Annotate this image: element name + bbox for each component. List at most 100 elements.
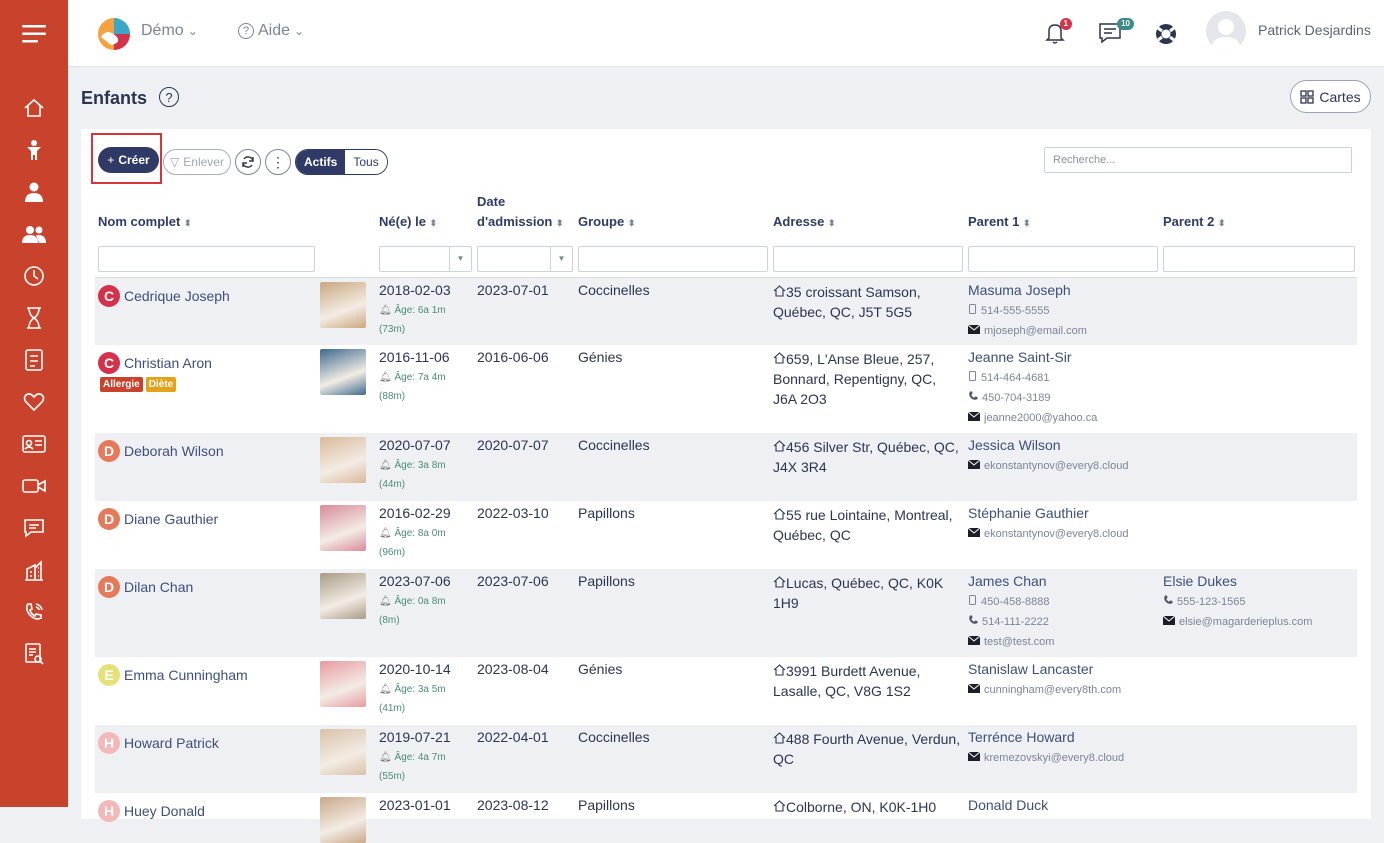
parent2-email[interactable]: elsie@magarderieplus.com <box>1162 615 1355 629</box>
parent1-email[interactable]: mjoseph@email.com <box>967 324 1158 338</box>
message-icon[interactable] <box>21 515 47 541</box>
child-name-label[interactable]: Cedrique Joseph <box>124 288 230 304</box>
hamburger-menu-icon[interactable] <box>21 21 47 47</box>
age-label: Âge: 3a 8m <box>394 460 446 471</box>
address-filter-input[interactable] <box>773 245 963 272</box>
messages-button[interactable]: 10 <box>1098 18 1134 44</box>
parent1-phone[interactable]: 514-464-4681 <box>968 371 1158 385</box>
dropdown-arrow-icon[interactable]: ▼ <box>449 246 471 271</box>
age-label: Âge: 7a 4m <box>394 372 446 383</box>
video-icon[interactable] <box>21 473 47 499</box>
search-input[interactable]: Recherche... <box>1044 147 1352 173</box>
dropdown-arrow-icon[interactable]: ▼ <box>550 246 572 271</box>
parent2-phone[interactable]: 555-123-1565 <box>1163 595 1355 609</box>
parent1-name[interactable]: Jeanne Saint-Sir <box>968 349 1158 365</box>
parent1-email[interactable]: ekonstantynov@every8.cloud <box>967 527 1158 541</box>
parent1-email[interactable]: jeanne2000@yahoo.ca <box>967 411 1158 425</box>
notifications-button[interactable]: 1 <box>1044 18 1072 44</box>
school-selector[interactable]: Démo ⌄ <box>141 22 198 40</box>
child-name-label[interactable]: Deborah Wilson <box>124 443 224 459</box>
child-name[interactable]: E Emma Cunningham <box>98 664 315 686</box>
table-row[interactable]: E Emma Cunningham 2020-10-14 🔔︎ Âge: 3a 5m (… <box>95 657 1357 725</box>
group-filter-input[interactable] <box>578 245 768 272</box>
avatar[interactable] <box>1206 11 1246 51</box>
parent1-phone[interactable]: 450-458-8888 <box>968 595 1158 609</box>
user-name[interactable]: Patrick Desjardins <box>1258 22 1371 38</box>
parent1-email[interactable]: kremezovskyi@every8.cloud <box>967 751 1158 765</box>
child-name[interactable]: C Cedrique Joseph <box>98 284 315 307</box>
parent1-name[interactable]: Masuma Joseph <box>968 282 1158 298</box>
help-menu[interactable]: ? Aide ⌄ <box>238 22 304 40</box>
child-name-label[interactable]: Huey Donald <box>124 803 205 819</box>
create-button[interactable]: + Créer <box>98 147 159 173</box>
child-name-label[interactable]: Emma Cunningham <box>124 667 248 683</box>
parent1-email[interactable]: ekonstantynov@every8.cloud <box>967 459 1158 473</box>
child-name-label[interactable]: Dilan Chan <box>124 579 193 595</box>
parent1-phone[interactable]: 514-555-5555 <box>968 303 1158 318</box>
child-name-label[interactable]: Diane Gauthier <box>124 511 218 527</box>
parent1-phone[interactable]: 514-111-2222 <box>968 615 1158 629</box>
parent1-email[interactable]: cunningham@every8th.com <box>967 683 1158 697</box>
clock-icon[interactable] <box>21 263 47 289</box>
table-row[interactable]: H Howard Patrick 2019-07-21 🔔︎ Âge: 4a 7m (5… <box>95 725 1357 793</box>
child-name-label[interactable]: Christian Aron <box>124 355 212 371</box>
col-group[interactable]: Groupe ⬍ <box>575 183 770 245</box>
parent1-filter-input[interactable] <box>968 245 1158 272</box>
avatar: E <box>98 664 120 686</box>
refresh-button[interactable] <box>235 149 261 175</box>
parent1-name[interactable]: Donald Duck <box>968 797 1158 813</box>
col-parent1[interactable]: Parent 1 ⬍ <box>965 183 1160 245</box>
parent1-email[interactable]: test@test.com <box>967 635 1158 649</box>
col-born[interactable]: Né(e) le ⬍ <box>376 183 474 245</box>
checklist-icon[interactable] <box>21 347 47 373</box>
parent1-phone[interactable]: 450-704-3189 <box>968 391 1158 405</box>
child-name[interactable]: H Howard Patrick <box>98 732 315 754</box>
child-photo <box>320 661 366 707</box>
parents-icon[interactable] <box>21 221 47 247</box>
name-filter-input[interactable] <box>98 245 315 272</box>
support-button[interactable] <box>1155 23 1177 45</box>
cards-view-button[interactable]: Cartes <box>1290 80 1371 113</box>
child-name[interactable]: D Diane Gauthier <box>98 508 315 530</box>
id-card-icon[interactable] <box>21 431 47 457</box>
parent1-name[interactable]: James Chan <box>968 573 1158 589</box>
remove-filter-button[interactable]: ▽ Enlever <box>163 149 231 175</box>
table-row[interactable]: D Dilan Chan 2023-07-06 🔔︎ Âge: 0a 8m (8m) 20… <box>95 569 1357 657</box>
hourglass-icon[interactable] <box>21 305 47 331</box>
parent1-name[interactable]: Stanislaw Lancaster <box>968 661 1158 677</box>
parent1-name[interactable]: Jessica Wilson <box>968 437 1158 453</box>
child-name-label[interactable]: Howard Patrick <box>124 735 219 751</box>
col-name[interactable]: Nom complet ⬍ <box>95 183 317 245</box>
building-icon[interactable] <box>21 557 47 583</box>
table-row[interactable]: D Deborah Wilson 2020-07-07 🔔︎ Âge: 3a 8m (4… <box>95 433 1357 501</box>
avatar: H <box>98 732 120 754</box>
all-filter-tab[interactable]: Tous <box>345 150 387 174</box>
phone-icon[interactable] <box>21 599 47 625</box>
table-row[interactable]: C Cedrique Joseph 2018-02-03 🔔︎ Âge: 6a 1m (… <box>95 277 1357 345</box>
parent2-filter-input[interactable] <box>1163 245 1355 272</box>
report-icon[interactable] <box>21 641 47 667</box>
parent1-name[interactable]: Terrénce Howard <box>968 729 1158 745</box>
table-row[interactable]: H Huey Donald 2023-01-01 2023-08-12 Papillon… <box>95 793 1357 843</box>
child-name[interactable]: D Deborah Wilson <box>98 440 315 462</box>
more-options-button[interactable]: ⋮ <box>265 149 291 175</box>
table-row[interactable]: D Diane Gauthier 2016-02-29 🔔︎ Âge: 8a 0m (9… <box>95 501 1357 569</box>
born-filter-input[interactable]: ▼ <box>379 245 472 272</box>
heart-icon[interactable] <box>21 389 47 415</box>
child-icon[interactable] <box>21 137 47 163</box>
child-name[interactable]: C Christian Aron <box>98 352 315 374</box>
address-text: Lucas, Québec, QC, K0K 1H9 <box>773 575 944 611</box>
child-name[interactable]: D Dilan Chan <box>98 576 315 598</box>
parent1-name[interactable]: Stéphanie Gauthier <box>968 505 1158 521</box>
active-filter-tab[interactable]: Actifs <box>296 150 346 174</box>
table-row[interactable]: C Christian Aron Allergie Diète 2016-11-06 🔔︎… <box>95 345 1357 433</box>
help-icon[interactable]: ? <box>159 87 179 107</box>
col-admission[interactable]: Date d'admission ⬍ <box>474 183 575 245</box>
child-name[interactable]: H Huey Donald <box>98 800 315 822</box>
admission-filter-input[interactable]: ▼ <box>477 245 573 272</box>
col-address[interactable]: Adresse ⬍ <box>770 183 965 245</box>
staff-icon[interactable] <box>21 179 47 205</box>
parent2-name[interactable]: Elsie Dukes <box>1163 573 1355 589</box>
col-parent2[interactable]: Parent 2 ⬍ <box>1160 183 1357 245</box>
home-icon[interactable] <box>21 95 47 121</box>
